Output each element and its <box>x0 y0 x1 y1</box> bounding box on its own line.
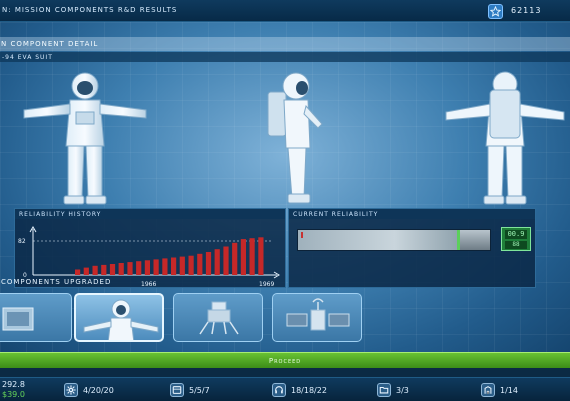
readout-bottom: 88 <box>505 241 527 249</box>
reliability-bar <box>188 255 194 275</box>
satellite-icon <box>286 298 350 331</box>
reliability-bar <box>214 249 220 275</box>
suit-name: -94 EVA suit <box>0 52 570 62</box>
reliability-bar <box>92 265 98 275</box>
current-reliability-panel: Current Reliability 00.9 88 <box>288 208 536 288</box>
stat-facilities[interactable]: 1/14 <box>481 383 518 397</box>
reliability-bar <box>249 238 255 275</box>
reliability-bar <box>223 246 229 275</box>
lunar-lander-icon <box>199 301 239 335</box>
computer-icon <box>2 307 34 331</box>
reliability-bar <box>101 264 107 275</box>
astronaut-icon <box>83 299 159 340</box>
reliability-history-panel: Reliability History 82 0 1966 1969 <box>14 208 286 288</box>
y-tick-label: 82 <box>18 238 26 245</box>
reliability-bar <box>136 261 142 275</box>
gauge-fill <box>298 230 460 250</box>
current-reliability-label: Current Reliability <box>289 209 535 219</box>
component-detail-stage: n Component Detail -94 EVA suit <box>0 22 570 354</box>
reliability-bar <box>144 260 150 275</box>
reliability-bar <box>109 264 116 275</box>
stat-engineering[interactable]: 4/20/20 <box>64 383 114 397</box>
reliability-bar <box>171 257 177 275</box>
score-value: 62113 <box>511 6 542 15</box>
reliability-bar <box>75 269 81 275</box>
bar-group <box>75 237 264 275</box>
income-value: $39.0 <box>2 390 25 399</box>
box-icon <box>170 383 184 397</box>
component-card-satellite[interactable] <box>272 293 362 342</box>
reliability-bar <box>83 267 89 275</box>
reliability-bar <box>232 242 238 275</box>
reliability-bar <box>205 252 212 275</box>
component-card-computer[interactable] <box>0 293 72 342</box>
reliability-bar <box>179 256 185 275</box>
reliability-history-label: Reliability History <box>15 209 285 219</box>
stat-crew[interactable]: 18/18/22 <box>272 383 327 397</box>
x-tick-label: 1966 <box>141 281 156 288</box>
star-icon-svg <box>490 6 501 17</box>
stat-files[interactable]: 3/3 <box>377 383 409 397</box>
stat-value: 4/20/20 <box>83 385 114 395</box>
astronaut-back-figure <box>445 71 565 205</box>
x-tick-label: 1969 <box>259 281 274 288</box>
stat-value: 5/5/7 <box>189 385 210 395</box>
readout-top: 00.9 <box>505 230 527 239</box>
gear-icon <box>64 383 78 397</box>
stat-value: 3/3 <box>396 385 409 395</box>
top-bar: n: Mission Components R&D Results 62113 <box>0 0 570 22</box>
stat-value: 18/18/22 <box>291 385 327 395</box>
reliability-bar <box>127 262 133 275</box>
reliability-bar <box>197 253 203 275</box>
proceed-button[interactable]: Proceed <box>0 352 570 368</box>
reliability-bar <box>258 237 264 275</box>
stat-storage[interactable]: 5/5/7 <box>170 383 210 397</box>
funds-value: 292.8 <box>2 380 25 389</box>
reliability-gauge <box>297 229 491 251</box>
astronaut-front-figure <box>23 72 147 205</box>
gauge-marker <box>457 230 461 250</box>
component-card-lander[interactable] <box>173 293 263 342</box>
astronaut-side-figure <box>267 72 323 204</box>
component-card-eva-suit[interactable] <box>74 293 164 342</box>
star-icon[interactable] <box>488 4 503 19</box>
folder-icon <box>377 383 391 397</box>
stat-value: 1/14 <box>500 385 518 395</box>
reliability-bar <box>240 239 246 275</box>
gauge-min-tick <box>301 232 303 238</box>
reliability-bar <box>153 259 159 275</box>
components-upgraded-label: Components Upgraded <box>1 278 112 286</box>
bottom-status-bar: 292.8 $39.0 4/20/20 5/5/7 18/18/22 3/3 1… <box>0 377 570 401</box>
building-icon <box>481 383 495 397</box>
section-title: n Component Detail <box>0 37 570 51</box>
reliability-bar <box>162 258 168 275</box>
headset-icon <box>272 383 286 397</box>
screen-title: n: Mission Components R&D Results <box>2 6 178 14</box>
reliability-bar <box>118 263 124 275</box>
reliability-readout: 00.9 88 <box>501 227 531 251</box>
